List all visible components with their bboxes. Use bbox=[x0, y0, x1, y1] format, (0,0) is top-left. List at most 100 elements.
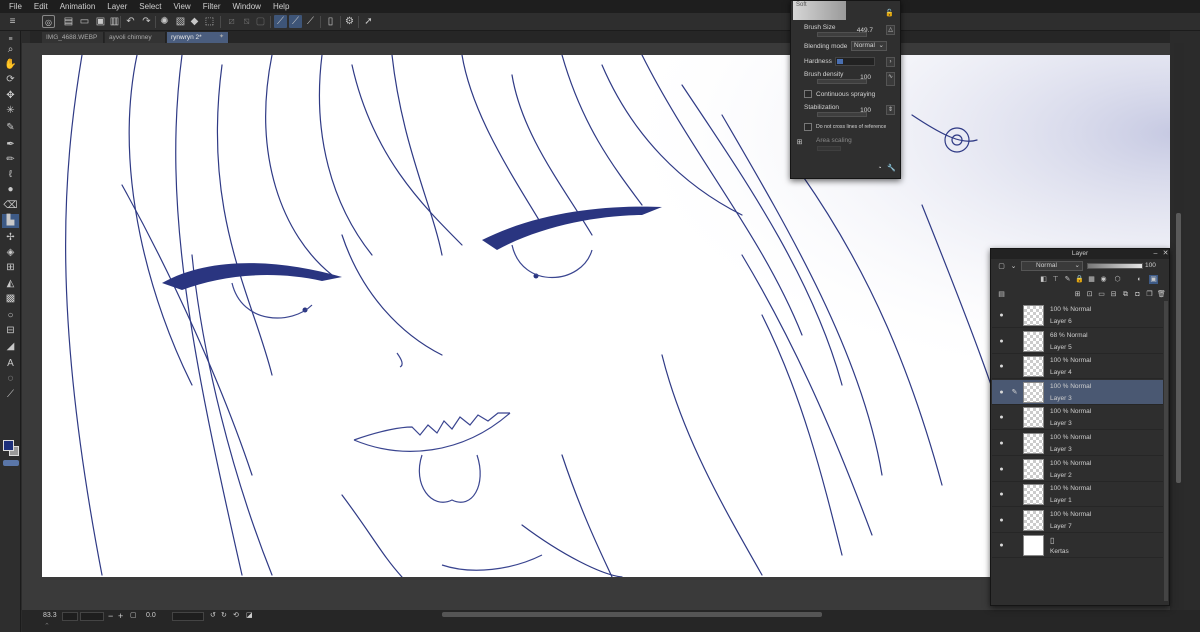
layer-edit-slot[interactable] bbox=[1010, 413, 1019, 422]
flip-icon[interactable]: ◪ bbox=[246, 611, 253, 619]
menu-window[interactable]: Window bbox=[227, 0, 267, 13]
eye-icon[interactable]: ● bbox=[997, 413, 1006, 422]
eye-icon[interactable]: ● bbox=[997, 490, 1006, 499]
vertical-scrollbar[interactable] bbox=[1174, 43, 1184, 610]
layer-row[interactable]: ● ✎ 100 % Normal Layer 3 bbox=[992, 379, 1163, 405]
fill-icon[interactable]: ◆ bbox=[188, 15, 201, 28]
layer-edit-slot[interactable] bbox=[1010, 465, 1019, 474]
lasso-icon[interactable]: ℓ bbox=[2, 168, 19, 182]
lock-layer-icon[interactable]: 🔒 bbox=[1075, 275, 1084, 284]
scroll-thumb[interactable] bbox=[1176, 213, 1181, 483]
cursor-icon[interactable]: ➚ bbox=[362, 15, 375, 28]
draft-icon[interactable]: ✎ bbox=[1063, 275, 1072, 284]
redo-icon[interactable]: ↷ bbox=[140, 15, 153, 28]
airbrush-icon[interactable]: ▙ bbox=[2, 214, 19, 228]
menu-view[interactable]: View bbox=[168, 0, 197, 13]
loading-icon[interactable]: ✺ bbox=[158, 15, 171, 28]
eyedropper-icon[interactable]: ✎ bbox=[2, 121, 19, 135]
blending-mode-select[interactable]: Normal ⌄ bbox=[851, 41, 887, 51]
snap-to-special-ruler-icon[interactable]: ⟋ bbox=[289, 15, 302, 28]
continuous-spraying-checkbox[interactable] bbox=[804, 90, 812, 98]
layer-edit-slot[interactable] bbox=[1010, 490, 1019, 499]
ruler-icon[interactable]: ◢ bbox=[2, 340, 19, 354]
layer-edit-slot[interactable] bbox=[1010, 541, 1019, 550]
layer-edit-slot[interactable] bbox=[1010, 311, 1019, 320]
mask-icon[interactable]: ◉ bbox=[1099, 275, 1108, 284]
brush-density-value[interactable]: 100 bbox=[846, 74, 871, 81]
deselect-icon[interactable]: ⧄ bbox=[225, 15, 238, 28]
snap-to-ruler-icon[interactable]: ⟋ bbox=[274, 15, 287, 28]
layer-list-icon[interactable]: ▤ bbox=[997, 290, 1006, 299]
layer-blend-mode-select[interactable]: Normal ⌄ bbox=[1021, 261, 1083, 271]
brush-size-toggle-icon[interactable]: △ bbox=[886, 25, 895, 35]
zoom-input[interactable] bbox=[62, 612, 78, 621]
mask-layer-icon[interactable]: ◘ bbox=[1133, 290, 1142, 299]
layer-opacity-slider[interactable] bbox=[1087, 263, 1143, 269]
new-raster-layer-icon[interactable]: ⊞ bbox=[1073, 290, 1082, 299]
zoom-out-icon[interactable]: − bbox=[108, 611, 113, 621]
hardness-selector[interactable] bbox=[835, 57, 875, 66]
snap-to-grid-icon[interactable]: ⟋ bbox=[304, 15, 317, 28]
layer-row[interactable]: ● 100 % Normal Layer 3 bbox=[992, 431, 1163, 456]
zoom-in-icon[interactable]: + bbox=[118, 611, 123, 621]
settings-icon[interactable]: ⚙ bbox=[343, 15, 356, 28]
layer-row[interactable]: ● ▯ Kertas bbox=[992, 533, 1163, 559]
fit-icon[interactable]: ▢ bbox=[130, 611, 137, 619]
close-tab-icon[interactable]: ✦ bbox=[219, 32, 224, 43]
brush-size-value[interactable]: 449.7 bbox=[846, 27, 873, 34]
layer-row[interactable]: ● 100 % Normal Layer 1 bbox=[992, 482, 1163, 508]
figure-icon[interactable]: ○ bbox=[2, 309, 19, 323]
layer-options-icon[interactable]: ⬡ bbox=[1113, 275, 1122, 284]
frame-icon[interactable]: ⊟ bbox=[2, 324, 19, 338]
balloon-icon[interactable]: ◌ bbox=[2, 372, 19, 386]
eraser-icon[interactable]: ⌫ bbox=[2, 199, 19, 213]
close-icon[interactable]: ✕ bbox=[1161, 249, 1169, 258]
duplicate-icon[interactable]: ❐ bbox=[1145, 290, 1154, 299]
zoom-slider[interactable] bbox=[80, 612, 104, 621]
layer-row[interactable]: ● 100 % Normal Layer 6 bbox=[992, 303, 1163, 328]
tab-ayvoli-chimney[interactable]: ayvoli chimney bbox=[105, 32, 166, 43]
layer-color-icon[interactable]: ▢ bbox=[997, 262, 1006, 271]
menu-file[interactable]: File bbox=[0, 0, 28, 13]
brush-preview[interactable]: Soft bbox=[793, 1, 846, 20]
new-vector-layer-icon[interactable]: ⊡ bbox=[1085, 290, 1094, 299]
reference-icon[interactable]: ⊤ bbox=[1051, 275, 1060, 284]
layer-row[interactable]: ● 68 % Normal Layer 5 bbox=[992, 328, 1163, 354]
stabilization-stepper-icon[interactable]: ⇕ bbox=[886, 105, 895, 115]
rotate-left-icon[interactable]: ↺ bbox=[210, 611, 216, 619]
rotation-slider[interactable] bbox=[172, 612, 204, 621]
panel-menu-icon[interactable]: ⌄ bbox=[1009, 262, 1018, 271]
layer-row[interactable]: ● 100 % Normal Layer 7 bbox=[992, 507, 1163, 533]
fill-bucket-icon[interactable]: ◭ bbox=[2, 277, 19, 291]
undo-icon[interactable]: ↶ bbox=[124, 15, 137, 28]
menu-expand-icon[interactable]: ≡ bbox=[6, 15, 19, 28]
pen-icon[interactable]: ✒ bbox=[2, 138, 19, 152]
area-scaling-slider[interactable] bbox=[817, 146, 841, 151]
menu-help[interactable]: Help bbox=[267, 0, 295, 13]
layer-edit-slot[interactable] bbox=[1010, 516, 1019, 525]
stabilization-value[interactable]: 100 bbox=[846, 107, 871, 114]
main-color-swatch[interactable] bbox=[3, 440, 14, 451]
text-icon[interactable]: A bbox=[2, 357, 19, 371]
cross-lines-checkbox[interactable] bbox=[804, 123, 812, 131]
minimize-icon[interactable]: – bbox=[1151, 249, 1160, 258]
eye-icon[interactable]: ● bbox=[997, 311, 1006, 320]
move-icon[interactable]: ✥ bbox=[2, 89, 19, 103]
menu-filter[interactable]: Filter bbox=[197, 0, 227, 13]
pen-icon[interactable]: ✎ bbox=[1010, 388, 1019, 397]
magic-wand-icon[interactable]: ✳ bbox=[2, 104, 19, 118]
clip-studio-icon[interactable]: ◎ bbox=[42, 15, 55, 28]
color-switch-icon[interactable] bbox=[3, 460, 19, 466]
layer-edit-slot[interactable] bbox=[1010, 439, 1019, 448]
blend-icon[interactable]: ✢ bbox=[2, 231, 19, 245]
layer-row[interactable]: ● 100 % Normal Layer 4 bbox=[992, 354, 1163, 380]
invert-selection-icon[interactable]: ⧅ bbox=[240, 15, 253, 28]
eye-icon[interactable]: ● bbox=[997, 541, 1006, 550]
hardness-expand-icon[interactable]: › bbox=[886, 57, 895, 67]
transform-icon[interactable]: ⬚ bbox=[203, 15, 216, 28]
horizontal-scrollbar[interactable] bbox=[442, 612, 822, 617]
layer-edit-slot[interactable] bbox=[1010, 362, 1019, 371]
eye-icon[interactable]: ● bbox=[997, 362, 1006, 371]
rotate-icon[interactable]: ⟳ bbox=[2, 73, 19, 87]
lock-icon[interactable]: 🔓 bbox=[885, 9, 894, 18]
